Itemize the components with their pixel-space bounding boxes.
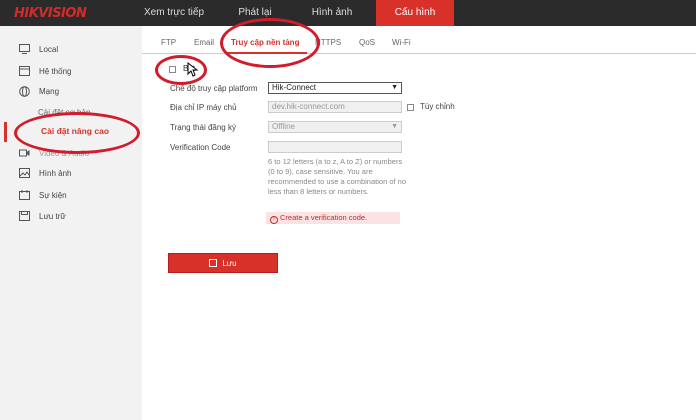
sidebar-item-local[interactable]: Local bbox=[18, 42, 58, 56]
chevron-down-icon: ▼ bbox=[391, 84, 398, 91]
sidebar-item-image[interactable]: Hình ảnh bbox=[18, 166, 71, 180]
verification-hint: 6 to 12 letters (a to z, A to Z) or numb… bbox=[268, 157, 406, 196]
storage-icon bbox=[18, 211, 30, 222]
enable-checkbox[interactable] bbox=[169, 66, 176, 73]
error-text: Create a verification code. bbox=[280, 213, 368, 222]
sidebar-item-storage[interactable]: Lưu trữ bbox=[18, 209, 66, 223]
system-icon bbox=[18, 66, 30, 77]
nav-picture[interactable]: Hình ảnh bbox=[300, 0, 364, 26]
tab-email[interactable]: Email bbox=[194, 38, 214, 47]
sidebar-item-label: Lưu trữ bbox=[39, 211, 66, 221]
nav-playback[interactable]: Phát lại bbox=[225, 0, 285, 26]
sidebar-item-label: Sự kiện bbox=[39, 190, 67, 200]
save-label: Lưu bbox=[222, 258, 237, 268]
image-icon bbox=[18, 168, 30, 179]
error-message: ! Create a verification code. bbox=[266, 212, 400, 224]
sidebar-item-label: Hình ảnh bbox=[39, 168, 72, 178]
save-icon bbox=[209, 259, 218, 267]
top-bar: HIKVISION Xem trực tiếp Phát lại Hình ản… bbox=[0, 0, 696, 26]
nav-live-view[interactable]: Xem trực tiếp bbox=[131, 0, 217, 26]
sidebar-sub-advanced[interactable]: Cài đặt nâng cao bbox=[4, 122, 142, 142]
globe-icon bbox=[18, 85, 30, 97]
tab-ftp[interactable]: FTP bbox=[161, 38, 176, 47]
monitor-icon bbox=[18, 44, 30, 55]
mouse-cursor-icon bbox=[187, 62, 199, 77]
code-label: Verification Code bbox=[170, 143, 231, 152]
status-label: Trạng thái đăng ký bbox=[170, 123, 236, 132]
mode-select-value: Hik-Connect bbox=[272, 83, 317, 92]
video-icon bbox=[18, 148, 30, 159]
status-select[interactable]: Offline ▼ bbox=[268, 121, 402, 133]
nav-configuration[interactable]: Cấu hình bbox=[376, 0, 454, 26]
calendar-icon bbox=[18, 190, 30, 201]
sidebar-item-label: Local bbox=[39, 44, 59, 54]
sidebar-item-label: Hệ thống bbox=[39, 66, 72, 76]
custom-checkbox[interactable] bbox=[407, 104, 414, 111]
server-address-field[interactable]: dev.hik-connect.com bbox=[268, 101, 402, 113]
sidebar-item-network[interactable]: Mạng bbox=[18, 84, 59, 98]
sidebar-item-label: Video & Audio bbox=[39, 148, 90, 158]
sidebar-sub-basic[interactable]: Cài đặt cơ bản bbox=[38, 108, 90, 117]
sidebar-item-video-audio[interactable]: Video & Audio bbox=[18, 146, 89, 160]
tab-wifi[interactable]: Wi-Fi bbox=[392, 38, 411, 47]
sidebar-item-event[interactable]: Sự kiện bbox=[18, 188, 67, 202]
mode-label: Chế độ truy cập platform bbox=[170, 84, 258, 93]
tab-https[interactable]: HTTPS bbox=[315, 38, 341, 47]
server-label: Địa chỉ IP máy chủ bbox=[170, 103, 237, 112]
chevron-down-icon: ▼ bbox=[391, 123, 398, 130]
custom-label: Tùy chỉnh bbox=[420, 102, 455, 111]
save-button[interactable]: Lưu bbox=[168, 253, 278, 273]
sidebar-item-label: Mạng bbox=[39, 86, 60, 96]
mode-select[interactable]: Hik-Connect ▼ bbox=[268, 82, 402, 94]
sidebar-item-system[interactable]: Hệ thống bbox=[18, 64, 71, 78]
tab-bar: FTP Email Truy cập nền tảng HTTPS QoS Wi… bbox=[142, 26, 696, 54]
sidebar: Local Hệ thống Mạng Cài đặt cơ bản Cài đ… bbox=[0, 26, 142, 420]
tab-qos[interactable]: QoS bbox=[359, 38, 375, 47]
status-value: Offline bbox=[272, 122, 295, 131]
server-address-value: dev.hik-connect.com bbox=[272, 102, 345, 111]
hikvision-logo: HIKVISION bbox=[14, 6, 87, 21]
verification-code-input[interactable] bbox=[268, 141, 402, 153]
tab-platform-access[interactable]: Truy cập nền tảng bbox=[231, 38, 299, 47]
info-icon: ! bbox=[270, 216, 278, 224]
sidebar-sub-advanced-label: Cài đặt nâng cao bbox=[41, 126, 110, 136]
active-tab-indicator bbox=[227, 52, 307, 54]
